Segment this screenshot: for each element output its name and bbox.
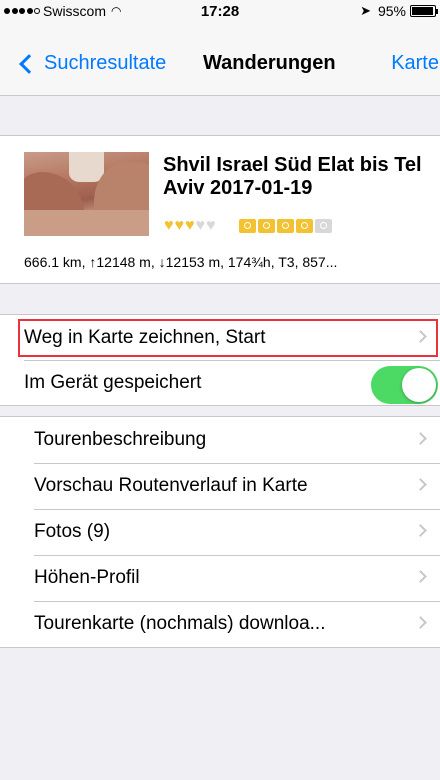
menu-item-label: Höhen-Profil: [34, 567, 140, 588]
status-bar: Swisscom ◠ 17:28 ➤ 95%: [0, 0, 440, 22]
menu-item-label: Tourenbeschreibung: [34, 429, 207, 450]
saved-on-device-row: Im Gerät gespeichert: [0, 360, 440, 405]
page-title: Wanderungen: [203, 52, 336, 74]
draw-route-row[interactable]: Weg in Karte zeichnen, Start: [0, 315, 440, 360]
chevron-right-icon: [414, 524, 427, 537]
saved-on-device-toggle[interactable]: [371, 366, 438, 404]
tour-actions: Weg in Karte zeichnen, Start Im Gerät ge…: [0, 314, 440, 406]
menu-item-label: Vorschau Routenverlauf in Karte: [34, 475, 308, 496]
battery-icon: [410, 5, 438, 17]
draw-route-label: Weg in Karte zeichnen, Start: [24, 326, 266, 348]
menu-item-download-map[interactable]: Tourenkarte (nochmals) downloa...: [0, 601, 440, 647]
chevron-right-icon: [414, 616, 427, 629]
tour-header: Shvil Israel Süd Elat bis Tel Aviv 2017-…: [0, 135, 440, 284]
navigation-bar: Suchresultate Wanderungen Karte: [0, 22, 440, 96]
camera-icon: [257, 219, 275, 233]
status-right: ➤ 95%: [360, 3, 438, 19]
map-button[interactable]: Karte: [391, 52, 439, 75]
chevron-right-icon: [414, 570, 427, 583]
tour-title: Shvil Israel Süd Elat bis Tel Aviv 2017-…: [163, 154, 422, 199]
heart-icon: ♥: [206, 217, 216, 234]
back-button[interactable]: Suchresultate: [18, 52, 166, 75]
tour-stats: 666.1 km, ↑12148 m, ↓12153 m, 174¾h, T3,…: [24, 254, 338, 270]
camera-icon: [276, 219, 294, 233]
chevron-right-icon: [414, 432, 427, 445]
chevron-right-icon: [414, 478, 427, 491]
tour-thumbnail[interactable]: [24, 152, 149, 236]
tour-ratings: ♥ ♥ ♥ ♥ ♥: [164, 217, 332, 235]
menu-item-description[interactable]: Tourenbeschreibung: [0, 417, 440, 463]
location-arrow-icon: ➤: [360, 3, 371, 18]
back-button-label: Suchresultate: [44, 52, 167, 74]
photo-rating: [238, 219, 332, 233]
tour-menu: Tourenbeschreibung Vorschau Routenverlau…: [0, 416, 440, 648]
menu-item-label: Fotos (9): [34, 521, 111, 542]
heart-icon: ♥: [195, 217, 206, 234]
menu-item-photos[interactable]: Fotos (9): [0, 509, 440, 555]
heart-icon: ♥: [174, 217, 185, 234]
menu-item-route-preview[interactable]: Vorschau Routenverlauf in Karte: [0, 463, 440, 509]
chevron-right-icon: [414, 330, 427, 343]
camera-icon: [314, 219, 332, 233]
menu-item-elevation-profile[interactable]: Höhen-Profil: [0, 555, 440, 601]
heart-icon: ♥: [185, 217, 195, 234]
heart-icon: ♥: [164, 217, 174, 234]
camera-icon: [238, 219, 256, 233]
battery-percent: 95%: [377, 3, 406, 19]
chevron-left-icon: [19, 53, 39, 74]
camera-icon: [295, 219, 313, 233]
menu-item-label: Tourenkarte (nochmals) downloa...: [34, 613, 326, 634]
heart-rating: ♥ ♥ ♥ ♥ ♥: [164, 217, 216, 235]
saved-on-device-label: Im Gerät gespeichert: [24, 371, 202, 393]
